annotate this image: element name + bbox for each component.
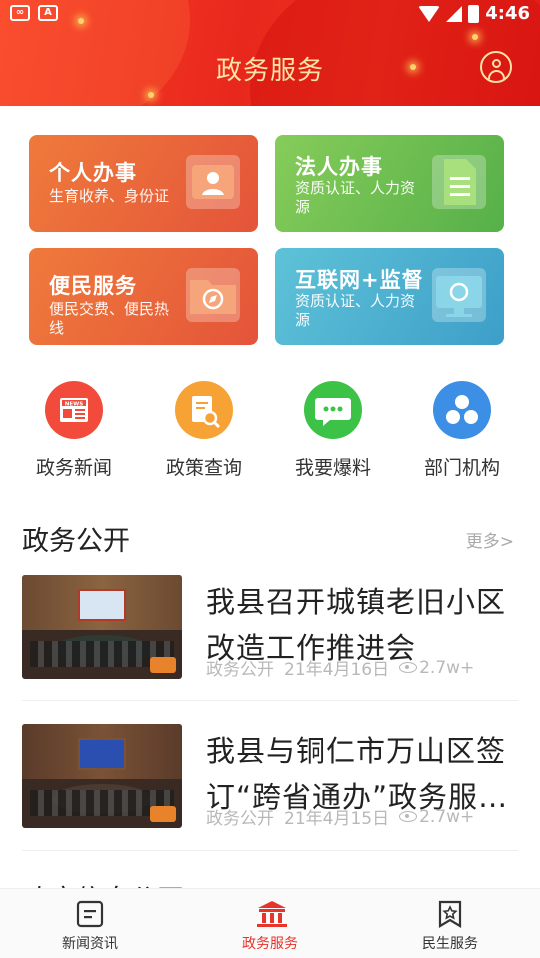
service-card-corporate[interactable]: 法人办事 资质认证、人力资源 xyxy=(275,135,504,232)
news-thumbnail xyxy=(22,724,182,828)
id-card-icon xyxy=(186,155,240,209)
news-meta: 政务公开 21年4月15日 2.7w+ xyxy=(206,804,474,830)
news-date: 21年4月15日 xyxy=(284,809,390,829)
firework-decoration xyxy=(148,92,154,98)
service-card-internet-supervision[interactable]: 互联网+监督 资质认证、人力资源 xyxy=(275,248,504,345)
quick-entry-departments[interactable]: 部门机构 xyxy=(397,381,527,480)
card-subtitle: 资质认证、人力资源 xyxy=(295,179,416,216)
firework-decoration xyxy=(472,34,478,40)
quick-entry-label: 政策查询 xyxy=(165,457,242,479)
news-date: 21年4月16日 xyxy=(284,660,390,680)
news-item[interactable]: 我县召开城镇老旧小区改造工作推进会 政务公开 21年4月16日 2.7w+ xyxy=(22,575,518,687)
quick-entry-label: 政务新闻 xyxy=(35,457,112,479)
news-category: 政务公开 xyxy=(206,809,274,829)
news-views: 2.7w+ xyxy=(419,657,475,678)
document-icon xyxy=(432,155,486,209)
card-subtitle: 资质认证、人力资源 xyxy=(295,292,416,329)
card-title: 互联网+监督 xyxy=(295,268,424,292)
bottom-nav: 新闻资讯 政务服务 民生服务 xyxy=(0,888,540,958)
news-icon: NEWS xyxy=(45,381,103,439)
star-badge-icon xyxy=(435,899,465,929)
signal-icon xyxy=(446,5,463,22)
svg-text:NEWS: NEWS xyxy=(65,402,83,408)
news-item[interactable]: 我县与铜仁市万山区签订“跨省通办”政务服务合作协议 政务公开 21年4月15日 … xyxy=(22,724,518,836)
eye-icon xyxy=(399,810,418,822)
news-thumbnail xyxy=(22,575,182,679)
service-card-personal[interactable]: 个人办事 生育收养、身份证 xyxy=(29,135,258,232)
card-subtitle: 便民交费、便民热线 xyxy=(49,300,170,337)
policy-search-icon xyxy=(175,381,233,439)
card-subtitle: 生育收养、身份证 xyxy=(49,187,170,205)
page-title: 政务服务 xyxy=(215,56,324,86)
quick-entry-label: 我要爆料 xyxy=(294,457,371,479)
government-building-icon xyxy=(255,899,287,929)
quick-entry-report[interactable]: 我要爆料 xyxy=(268,381,398,480)
section-title: 政务公开 xyxy=(22,526,130,557)
user-icon xyxy=(492,59,501,68)
card-title: 便民服务 xyxy=(49,274,137,298)
user-profile-button[interactable] xyxy=(480,51,512,83)
news-views: 2.7w+ xyxy=(419,806,475,827)
news-tab-icon xyxy=(75,899,105,929)
status-bar: ∞ A 4:46 xyxy=(0,0,540,28)
card-title: 个人办事 xyxy=(49,161,137,185)
tab-government-services[interactable]: 政务服务 xyxy=(180,899,360,953)
chat-bubble-icon xyxy=(304,381,362,439)
service-card-convenience[interactable]: 便民服务 便民交费、便民热线 xyxy=(29,248,258,345)
a-notification-icon: A xyxy=(38,5,58,21)
app-header: ∞ A 4:46 政务服务 xyxy=(0,0,540,106)
eye-icon xyxy=(399,661,418,673)
organization-icon xyxy=(433,381,491,439)
divider xyxy=(22,850,518,851)
app-notification-icon: ∞ xyxy=(10,5,30,21)
quick-entry-news[interactable]: NEWS 政务新闻 xyxy=(9,381,139,480)
monitor-icon xyxy=(432,268,486,322)
more-link[interactable]: 更多> xyxy=(466,527,514,552)
user-icon-body xyxy=(488,70,505,79)
tab-livelihood-services[interactable]: 民生服务 xyxy=(360,899,540,953)
tab-news[interactable]: 新闻资讯 xyxy=(0,899,180,953)
views: 2.7w+ xyxy=(399,658,474,678)
views: 2.7w+ xyxy=(399,807,474,827)
tab-label: 政务服务 xyxy=(242,936,298,952)
news-meta: 政务公开 21年4月16日 2.7w+ xyxy=(206,655,474,681)
tab-label: 民生服务 xyxy=(422,936,478,952)
quick-entry-policy[interactable]: 政策查询 xyxy=(139,381,269,480)
folder-compass-icon xyxy=(186,268,240,322)
tab-label: 新闻资讯 xyxy=(62,936,118,952)
quick-entry-label: 部门机构 xyxy=(423,457,500,479)
status-time: 4:46 xyxy=(485,3,530,24)
news-category: 政务公开 xyxy=(206,660,274,680)
wifi-icon xyxy=(418,5,441,22)
divider xyxy=(22,700,518,701)
battery-icon xyxy=(468,4,480,23)
card-title: 法人办事 xyxy=(295,155,383,179)
